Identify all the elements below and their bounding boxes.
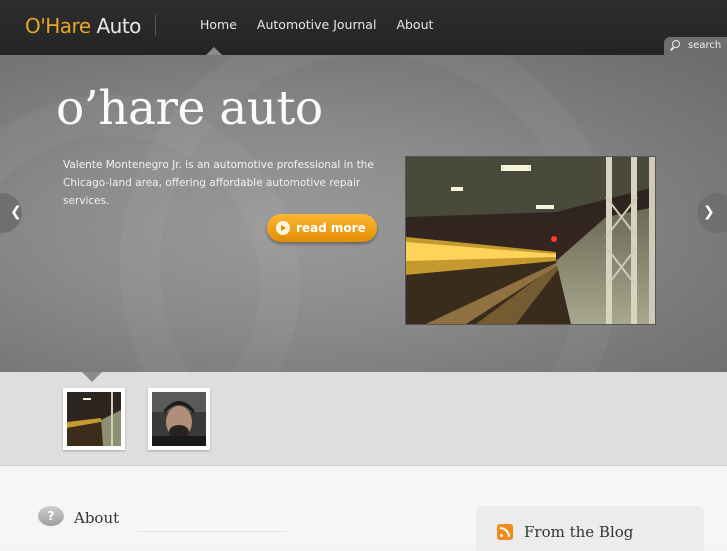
logo-part-2: Auto	[96, 14, 141, 38]
chevron-right-icon: ❯	[703, 204, 715, 220]
nav-item-home[interactable]: Home	[200, 17, 237, 32]
hero-title: o’hare auto	[56, 81, 323, 136]
rss-icon[interactable]	[497, 524, 513, 540]
about-divider	[137, 531, 287, 532]
question-bubble-icon: ?	[38, 506, 64, 526]
nav-item-automotive-journal[interactable]: Automotive Journal	[257, 17, 377, 32]
blog-heading: From the Blog	[524, 523, 634, 541]
hero-image	[405, 156, 656, 325]
search-icon	[672, 40, 680, 48]
thumbnail-image	[152, 392, 206, 446]
main-nav: Home Automotive Journal About	[200, 17, 433, 32]
logo-divider	[155, 14, 156, 36]
train-platform-photo	[406, 157, 655, 324]
thumbnail-image	[67, 392, 121, 446]
read-more-button[interactable]: read more	[267, 214, 377, 242]
active-thumbnail-indicator	[82, 372, 102, 382]
logo-part-1: O'Hare	[25, 14, 91, 38]
nav-item-about[interactable]: About	[396, 17, 433, 32]
next-slide-button[interactable]: ❯	[697, 193, 727, 233]
chevron-left-icon: ❮	[10, 204, 22, 220]
thumbnail-1[interactable]	[63, 388, 125, 450]
blog-widget: From the Blog	[476, 506, 704, 551]
read-more-label: read more	[296, 221, 366, 235]
hero-description: Valente Montenegro Jr. is an automotive …	[63, 159, 374, 207]
active-nav-indicator	[206, 47, 222, 55]
thumbnail-2[interactable]	[148, 388, 210, 450]
site-logo[interactable]: O'Hare Auto	[25, 14, 141, 38]
search-tab[interactable]: search	[664, 37, 727, 55]
search-label: search	[688, 40, 722, 51]
thumbnail-strip	[0, 372, 727, 466]
about-heading: About	[74, 509, 120, 527]
hero-slider: o’hare auto Valente Montenegro Jr. is an…	[0, 55, 727, 372]
play-icon	[276, 221, 290, 235]
content-area: ? About From the Blog	[0, 466, 727, 551]
top-bar: O'Hare Auto Home Automotive Journal Abou…	[0, 0, 727, 55]
